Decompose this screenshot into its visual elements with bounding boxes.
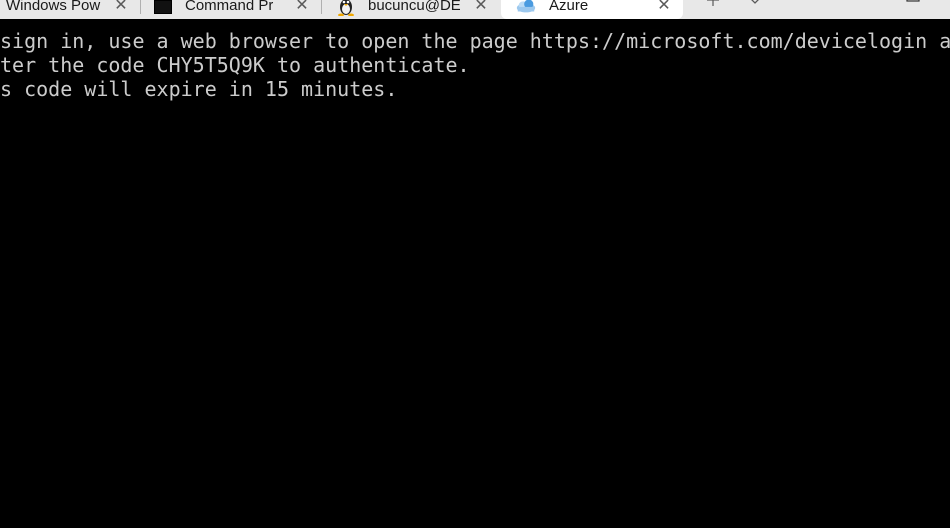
tab-title: Azure — [549, 0, 589, 14]
tab-windows-powershell[interactable]: Windows Pow ✕ — [0, 0, 140, 19]
close-icon[interactable]: ✕ — [657, 0, 671, 14]
tab-title: Command Pr — [185, 0, 273, 14]
linux-tux-icon — [338, 0, 354, 16]
tab-ubuntu-wsl[interactable]: bucuncu@DE ✕ — [322, 0, 500, 19]
chevron-down-icon[interactable] — [744, 0, 766, 10]
terminal-line: sign in, use a web browser to open the p… — [0, 29, 950, 53]
tab-title: Windows Pow — [6, 0, 101, 14]
cmd-icon — [154, 0, 172, 14]
tab-title: bucuncu@DE — [368, 0, 460, 14]
close-icon[interactable]: ✕ — [474, 0, 488, 14]
tab-azure-cloud-shell[interactable]: Azure ✕ — [501, 0, 683, 19]
maximize-icon[interactable] — [906, 0, 920, 2]
tab-bar: Windows Pow ✕ Command Pr ✕ bucuncu@DE ✕ — [0, 0, 950, 19]
new-tab-button[interactable] — [700, 0, 726, 12]
close-icon[interactable]: ✕ — [295, 0, 309, 14]
terminal-line: ter the code CHY5T5Q9K to authenticate. — [0, 53, 470, 77]
terminal-output[interactable]: sign in, use a web browser to open the p… — [0, 19, 950, 528]
terminal-line: s code will expire in 15 minutes. — [0, 77, 398, 101]
close-icon[interactable]: ✕ — [114, 0, 128, 14]
plus-icon — [707, 0, 719, 6]
tab-command-prompt[interactable]: Command Pr ✕ — [141, 0, 321, 19]
azure-cloud-icon — [516, 0, 536, 12]
